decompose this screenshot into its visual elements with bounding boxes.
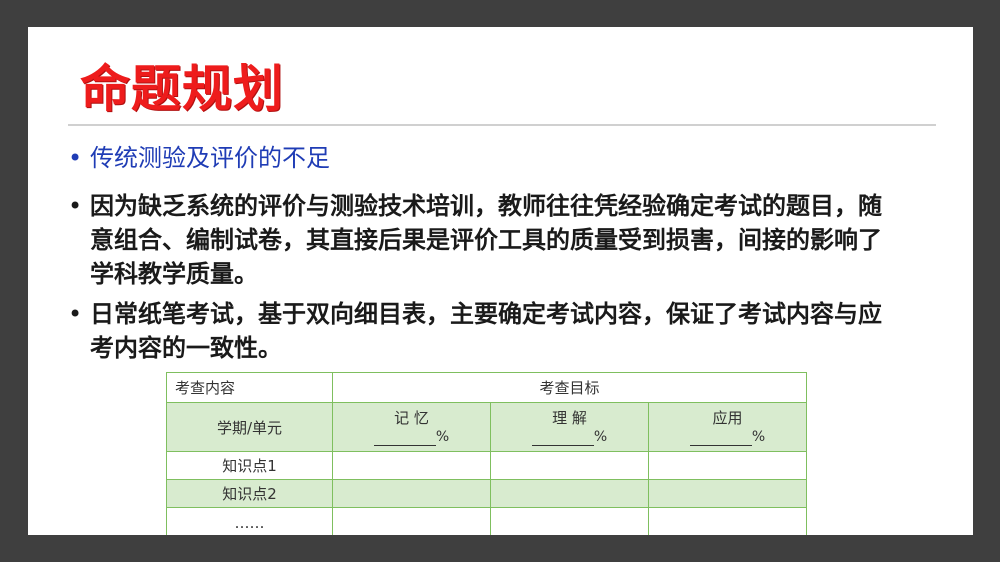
level-label: 记 忆 [394,408,429,427]
level-label: 理 解 [552,408,587,427]
row-label: 知识点2 [166,479,333,508]
level-memory: 记 忆 % [332,402,491,452]
header-content: 考查内容 [166,372,333,403]
blank-line [373,431,436,446]
table-cell [490,451,649,480]
bullet-text: 传统测验及评价的不足 [90,144,330,172]
table-cell [648,479,807,508]
table-cell [648,507,807,535]
table-cell [490,507,649,535]
bullet-marker: • [68,300,83,328]
bullet-text: 因为缺乏系统的评价与测验技术培训，教师往往凭经验确定考试的题目，随意组合、编制试… [90,192,882,288]
blank-line [531,431,594,446]
title-divider [68,124,936,126]
bullet-marker: • [68,192,83,220]
blank-line [689,431,752,446]
bullet-2: • 因为缺乏系统的评价与测验技术培训，教师往往凭经验确定考试的题目，随意组合、编… [68,189,888,291]
row-label: 知识点1 [166,451,333,480]
two-way-specification-table: 考查内容 考查目标 学期/单元 记 忆 % 理 解 % 应用 % 知识点1 知识… [166,372,807,535]
percent-sign: % [593,428,608,445]
level-understanding: 理 解 % [490,402,649,452]
table-cell [332,479,491,508]
table-cell [332,451,491,480]
level-application: 应用 % [648,402,807,452]
header-objectives: 考查目标 [332,372,807,403]
slide: 命题规划 • 传统测验及评价的不足 • 因为缺乏系统的评价与测验技术培训，教师往… [28,27,973,535]
percent-sign: % [435,428,450,445]
percent-sign: % [751,428,766,445]
row-label: …… [166,507,333,535]
table-cell [648,451,807,480]
table-cell [332,507,491,535]
bullet-3: • 日常纸笔考试，基于双向细目表，主要确定考试内容，保证了考试内容与应考内容的一… [68,297,888,365]
table-cell [490,479,649,508]
bullet-marker: • [68,144,83,172]
level-label: 应用 [712,408,743,427]
bullet-text: 日常纸笔考试，基于双向细目表，主要确定考试内容，保证了考试内容与应考内容的一致性… [90,300,882,362]
sub-header-unit: 学期/单元 [166,402,333,452]
slide-title: 命题规划 [80,60,284,118]
bullet-1: • 传统测验及评价的不足 [68,141,888,175]
